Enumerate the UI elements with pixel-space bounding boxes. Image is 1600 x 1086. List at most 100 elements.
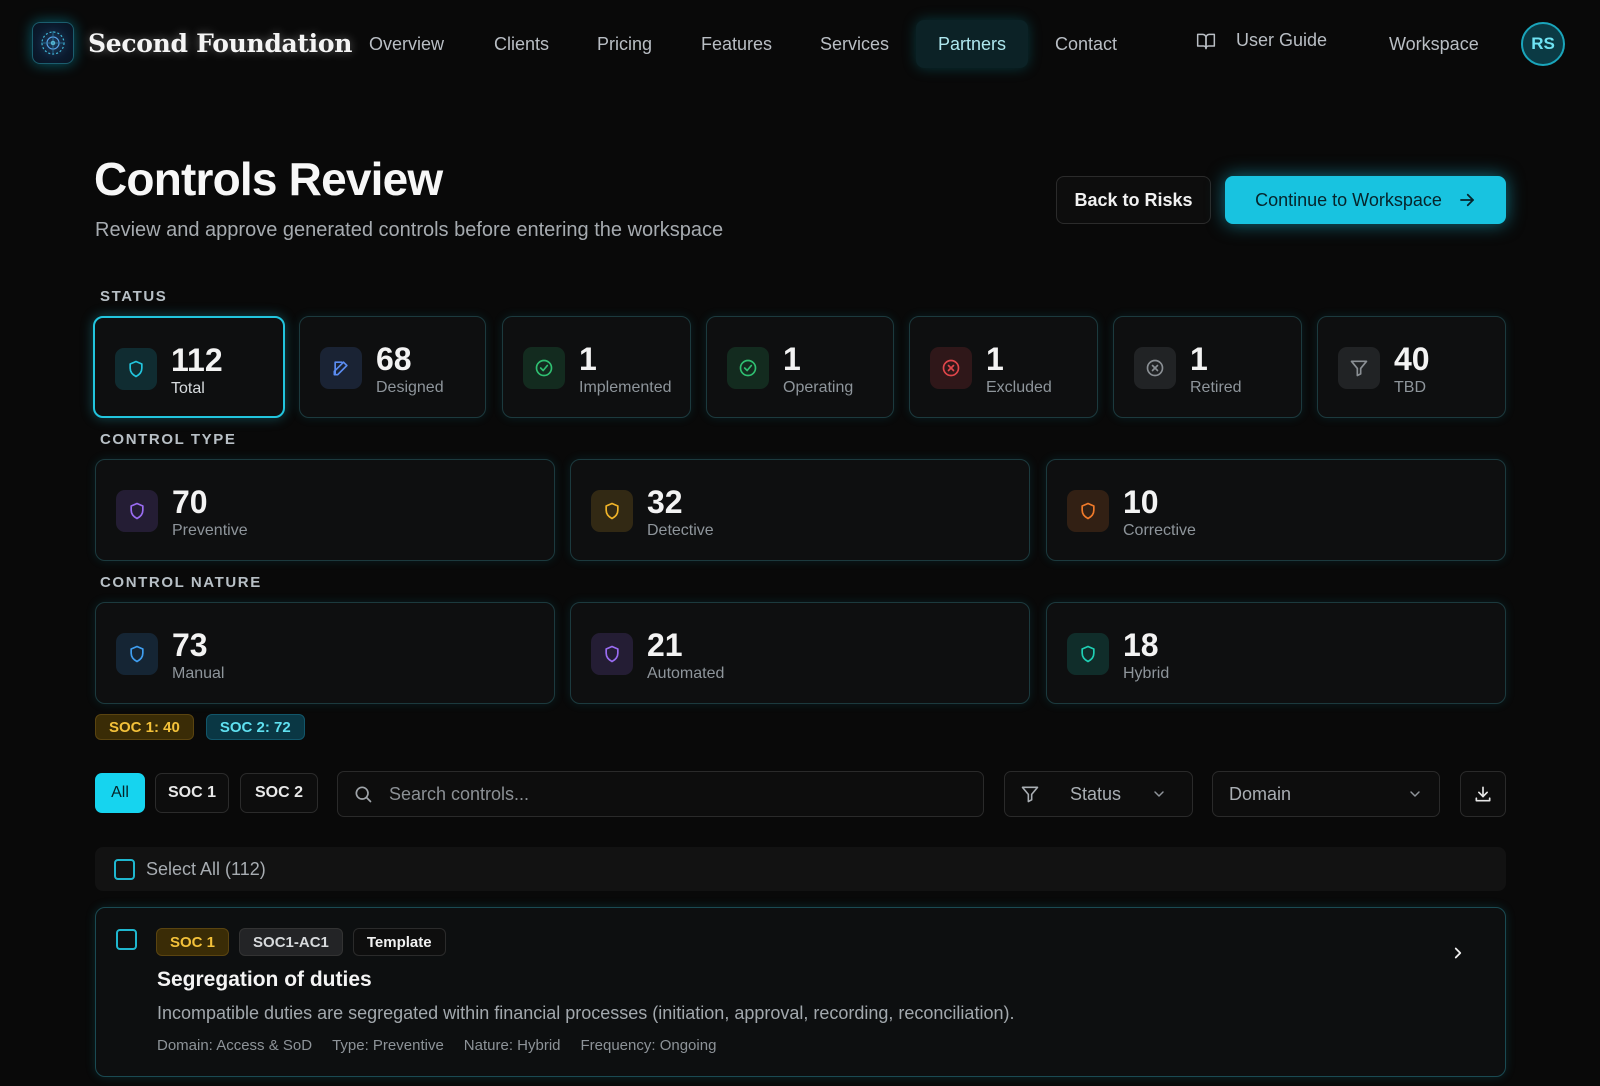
back-to-risks-button[interactable]: Back to Risks bbox=[1056, 176, 1211, 224]
status-section-label: STATUS bbox=[100, 288, 168, 305]
shield-icon bbox=[1067, 633, 1109, 675]
check-circle-icon bbox=[523, 347, 565, 389]
filter-icon bbox=[1021, 786, 1039, 803]
nav-workspace[interactable]: Workspace bbox=[1389, 30, 1479, 58]
framework-count-badges: SOC 1: 40 SOC 2: 72 bbox=[95, 714, 305, 740]
status-count: 112 bbox=[171, 342, 223, 378]
select-all-checkbox[interactable] bbox=[114, 858, 135, 880]
source-tag: Template bbox=[352, 928, 446, 956]
control_type-count: 10 bbox=[1123, 484, 1159, 520]
control-meta: Domain: Access & SoD Type: Preventive Na… bbox=[157, 1037, 716, 1054]
control_nature-label: Hybrid bbox=[1123, 665, 1170, 682]
status-card-operating[interactable]: 1 Operating bbox=[706, 316, 894, 418]
control-title: Segregation of duties bbox=[157, 968, 372, 991]
chevron-down-icon bbox=[1410, 791, 1420, 797]
nav-partners[interactable]: Partners bbox=[916, 20, 1029, 68]
status-card-excluded[interactable]: 1 Excluded bbox=[909, 316, 1098, 418]
soc1-count-badge: SOC 1: 40 bbox=[95, 714, 194, 740]
nav-clients[interactable]: Clients bbox=[494, 30, 549, 58]
shield-icon bbox=[591, 490, 633, 532]
control-description: Incompatible duties are segregated withi… bbox=[157, 1003, 1015, 1023]
control_nature-count: 73 bbox=[172, 627, 208, 663]
shield-icon bbox=[1067, 490, 1109, 532]
nav-user-guide[interactable]: User Guide bbox=[1196, 30, 1327, 51]
control-checkbox[interactable] bbox=[116, 929, 137, 950]
book-icon bbox=[1196, 33, 1216, 49]
control_type-card-preventive[interactable]: 70 Preventive bbox=[95, 459, 555, 561]
control_nature-card-hybrid[interactable]: 18 Hybrid bbox=[1046, 602, 1506, 704]
check-circle-icon bbox=[727, 347, 769, 389]
status-label: Total bbox=[171, 380, 205, 397]
x-circle-icon bbox=[1134, 347, 1176, 389]
continue-label: Continue to Workspace bbox=[1255, 189, 1442, 210]
control_type-label: Preventive bbox=[172, 522, 248, 539]
status-card-implemented[interactable]: 1 Implemented bbox=[502, 316, 691, 418]
filter-icon bbox=[1338, 347, 1380, 389]
control_type-count: 70 bbox=[172, 484, 208, 520]
status-card-designed[interactable]: 68 Designed bbox=[299, 316, 486, 418]
shield-icon bbox=[116, 633, 158, 675]
status-count: 1 bbox=[986, 341, 1004, 377]
brand[interactable]: Second Foundation bbox=[32, 22, 352, 64]
arrow-right-icon bbox=[1459, 193, 1474, 207]
page-subtitle: Review and approve generated controls be… bbox=[95, 219, 724, 241]
control_type-label: Corrective bbox=[1123, 522, 1196, 539]
control-domain: Domain: Access & SoD bbox=[157, 1037, 313, 1054]
search-input[interactable] bbox=[389, 783, 949, 805]
status-filter-select[interactable]: Status bbox=[1004, 771, 1193, 817]
x-circle-icon bbox=[930, 347, 972, 389]
search-icon bbox=[355, 786, 372, 803]
chevron-down-icon bbox=[1154, 791, 1164, 797]
chevron-right-icon[interactable] bbox=[1449, 944, 1467, 962]
user-guide-label: User Guide bbox=[1236, 30, 1328, 50]
control-tags: SOC 1 SOC1-AC1 Template bbox=[156, 928, 446, 956]
back-to-risks-label: Back to Risks bbox=[1074, 189, 1193, 210]
download-icon bbox=[1475, 786, 1491, 802]
brand-logo-icon bbox=[32, 22, 74, 64]
control_nature-card-automated[interactable]: 21 Automated bbox=[570, 602, 1030, 704]
control-list-item[interactable]: SOC 1 SOC1-AC1 Template Segregation of d… bbox=[95, 907, 1506, 1077]
download-button[interactable] bbox=[1460, 771, 1506, 817]
status-label: Implemented bbox=[579, 379, 672, 396]
filter-tab-soc2[interactable]: SOC 2 bbox=[240, 773, 318, 813]
status-count: 40 bbox=[1394, 341, 1430, 377]
control_type-card-detective[interactable]: 32 Detective bbox=[570, 459, 1030, 561]
control-nature-section-label: CONTROL NATURE bbox=[100, 574, 262, 591]
framework-tag: SOC 1 bbox=[156, 928, 230, 956]
nav-overview[interactable]: Overview bbox=[369, 30, 444, 58]
select-all-row[interactable]: Select All (112) bbox=[95, 847, 1506, 891]
nav-pricing[interactable]: Pricing bbox=[597, 30, 652, 58]
control-type-section-label: CONTROL TYPE bbox=[100, 431, 237, 448]
control-type: Type: Preventive bbox=[332, 1037, 444, 1054]
status-count: 1 bbox=[783, 341, 801, 377]
shield-icon bbox=[115, 348, 157, 390]
select-all-label: Select All (112) bbox=[146, 858, 266, 879]
status-count: 68 bbox=[376, 341, 412, 377]
status-card-total[interactable]: 112 Total bbox=[93, 316, 285, 418]
status-count: 1 bbox=[579, 341, 597, 377]
status-count: 1 bbox=[1190, 341, 1208, 377]
shield-icon bbox=[591, 633, 633, 675]
control_nature-label: Manual bbox=[172, 665, 225, 682]
avatar[interactable]: RS bbox=[1521, 22, 1565, 66]
control_type-card-corrective[interactable]: 10 Corrective bbox=[1046, 459, 1506, 561]
control_nature-card-manual[interactable]: 73 Manual bbox=[95, 602, 555, 704]
nav-features[interactable]: Features bbox=[701, 30, 772, 58]
nav-contact[interactable]: Contact bbox=[1055, 30, 1117, 58]
status-label: Excluded bbox=[986, 379, 1052, 396]
status-filter-label: Status bbox=[1070, 783, 1122, 804]
domain-filter-select[interactable]: Domain bbox=[1212, 771, 1440, 817]
top-nav: Second Foundation Overview Clients Prici… bbox=[0, 0, 1600, 88]
status-card-tbd[interactable]: 40 TBD bbox=[1317, 316, 1506, 418]
page-title: Controls Review bbox=[94, 153, 443, 205]
nav-services[interactable]: Services bbox=[820, 30, 889, 58]
brand-name: Second Foundation bbox=[88, 28, 353, 58]
status-card-retired[interactable]: 1 Retired bbox=[1113, 316, 1302, 418]
filter-tab-soc1[interactable]: SOC 1 bbox=[155, 773, 229, 813]
shield-icon bbox=[116, 490, 158, 532]
status-label: Operating bbox=[783, 379, 854, 396]
search-box[interactable] bbox=[337, 771, 984, 817]
continue-to-workspace-button[interactable]: Continue to Workspace bbox=[1225, 176, 1506, 224]
domain-filter-label: Domain bbox=[1229, 783, 1292, 804]
filter-tab-all[interactable]: All bbox=[95, 773, 145, 813]
